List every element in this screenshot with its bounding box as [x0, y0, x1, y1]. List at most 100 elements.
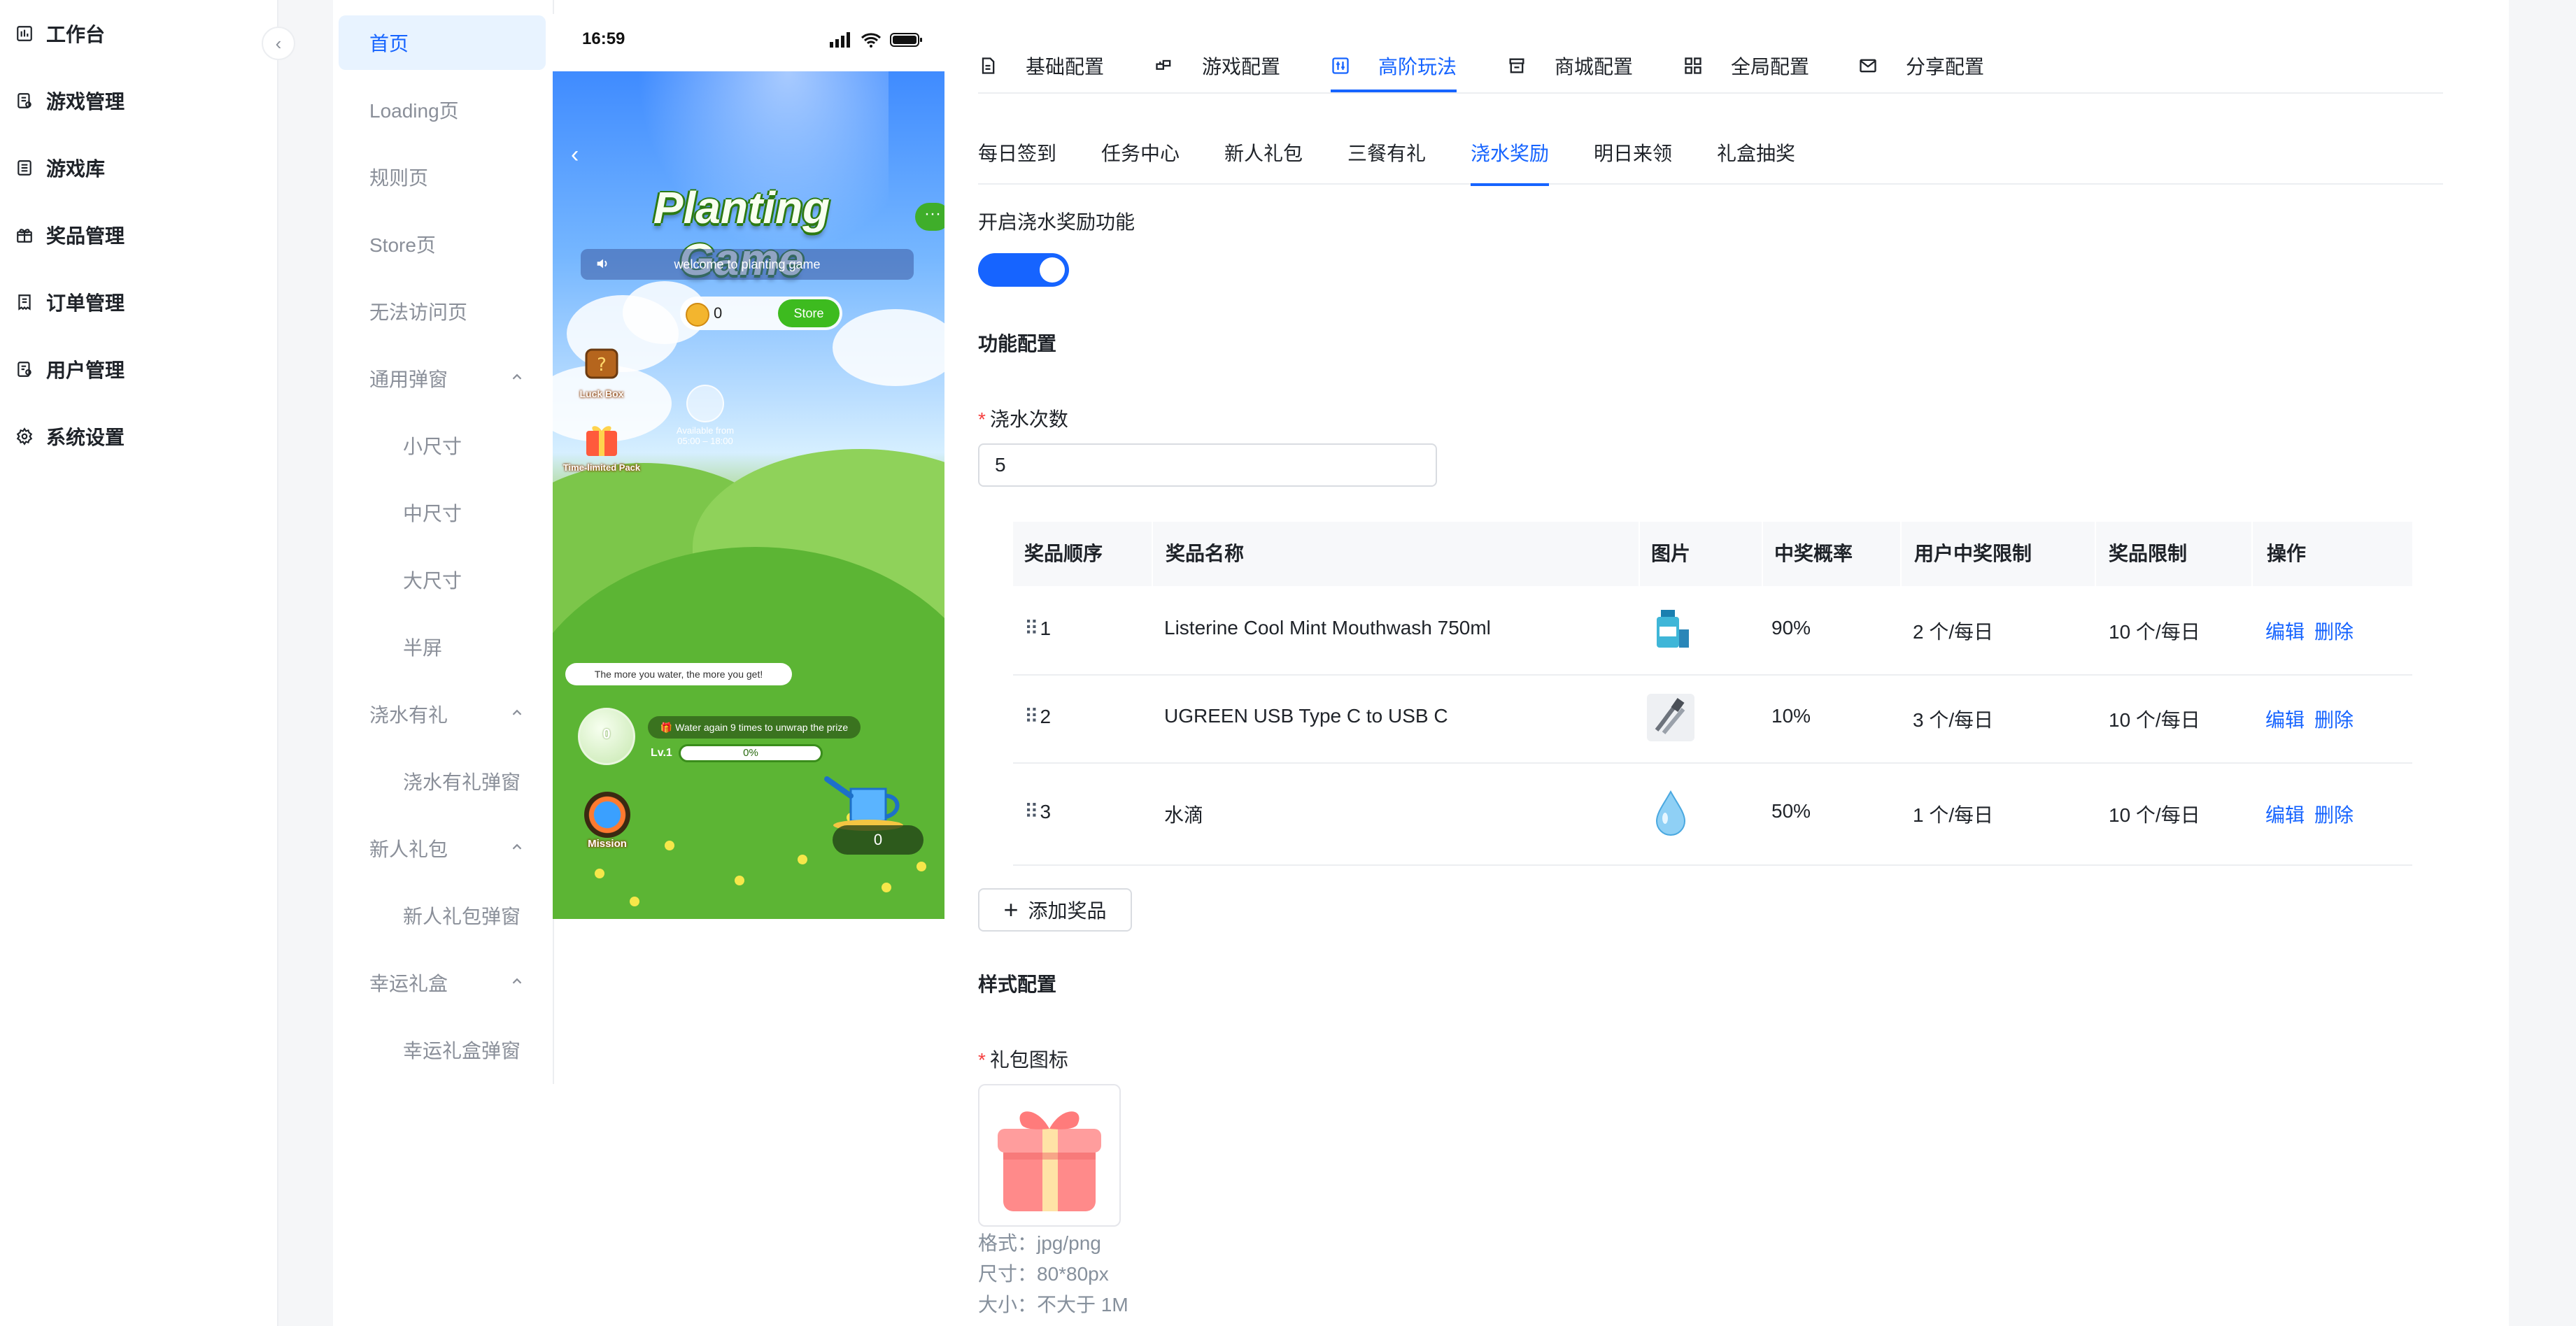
water-times-input[interactable]: 5 — [978, 443, 1437, 487]
page-item-small[interactable]: 小尺寸 — [339, 418, 546, 473]
sidebar-item-orders[interactable]: 订单管理 — [15, 281, 125, 323]
delete-link[interactable]: 删除 — [2314, 617, 2354, 645]
tab-basic-config[interactable]: 基础配置 — [978, 49, 1104, 83]
page-item-half-screen[interactable]: 半屏 — [339, 620, 546, 674]
library-icon — [15, 159, 34, 177]
time-limited-pack-button[interactable]: Time-limited Pack — [562, 420, 641, 473]
page-item-no-access[interactable]: 无法访问页 — [339, 284, 546, 338]
tab-meal-gifts[interactable]: 三餐有礼 — [1347, 138, 1426, 166]
tab-daily-checkin[interactable]: 每日签到 — [978, 138, 1056, 166]
drag-handle-icon[interactable]: ⠿ — [1024, 706, 1038, 727]
sidebar-item-label: 订单管理 — [46, 292, 125, 314]
tab-label: 基础配置 — [1026, 56, 1105, 78]
watering-can-icon[interactable] — [823, 761, 914, 831]
sidebar-collapse-button[interactable]: ‹ — [262, 27, 295, 60]
tab-watering-reward[interactable]: 浇水奖励 — [1471, 138, 1550, 186]
chevron-left-icon: ‹ — [275, 32, 282, 54]
delete-link[interactable]: 删除 — [2314, 705, 2354, 733]
sidebar-item-prizes[interactable]: 奖品管理 — [15, 214, 125, 256]
page-item-label: 半屏 — [403, 637, 443, 659]
enable-watering-toggle[interactable] — [978, 253, 1069, 287]
edit-link[interactable]: 编辑 — [2265, 800, 2305, 828]
tab-advanced-play[interactable]: 高阶玩法 — [1331, 49, 1457, 92]
page-item-large[interactable]: 大尺寸 — [339, 552, 546, 607]
chevron-up-icon — [512, 709, 522, 715]
sidebar-item-label: 系统设置 — [46, 427, 125, 448]
main-sidebar: 工作台 游戏管理 游戏库 奖品管理 订单管理 用户管理 系统设置 — [0, 0, 278, 1326]
edit-link[interactable]: 编辑 — [2265, 617, 2305, 645]
luck-box-button[interactable]: ? Luck Box — [572, 340, 631, 399]
tab-claim-tomorrow[interactable]: 明日来领 — [1594, 138, 1672, 166]
tab-shop-config[interactable]: 商城配置 — [1507, 49, 1633, 83]
back-arrow-icon[interactable]: ‹ — [571, 141, 579, 169]
column-header-image: 图片 — [1651, 543, 1691, 564]
page-item-label: 新人礼包弹窗 — [403, 906, 521, 927]
sidebar-item-game-manage[interactable]: 游戏管理 — [15, 80, 125, 122]
more-menu-button[interactable]: ··· — [915, 203, 944, 231]
add-prize-button[interactable]: + 添加奖品 — [978, 888, 1132, 932]
page-item-label: 规则页 — [369, 167, 429, 189]
page-item-lucky-box-popup[interactable]: 幸运礼盒弹窗 — [339, 1022, 546, 1077]
tab-task-center[interactable]: 任务中心 — [1101, 138, 1180, 166]
prize-limit: 10 个/每日 — [2109, 804, 2200, 826]
page-item-store[interactable]: Store页 — [339, 217, 546, 271]
page-item-label: 通用弹窗 — [369, 369, 448, 390]
prize-user-limit: 3 个/每日 — [1913, 709, 1994, 731]
edit-link[interactable]: 编辑 — [2265, 705, 2305, 733]
page-group-common-popup[interactable]: 通用弹窗 — [339, 351, 546, 406]
user-icon — [15, 360, 34, 378]
welcome-text: welcome to planting game — [674, 257, 821, 271]
welcome-banner: welcome to planting game — [581, 249, 914, 280]
page-item-home[interactable]: 首页 — [339, 15, 546, 70]
style-config-heading: 样式配置 — [978, 974, 1057, 995]
sidebar-item-dashboard[interactable]: 工作台 — [15, 13, 105, 55]
drag-handle-icon[interactable]: ⠿ — [1024, 618, 1038, 639]
coin-icon — [686, 303, 709, 327]
gift-icon-upload[interactable] — [978, 1084, 1121, 1227]
usb-cable-image — [1647, 694, 1694, 741]
sidebar-item-label: 用户管理 — [46, 359, 125, 381]
prize-name: UGREEN USB Type C to USB C — [1164, 705, 1448, 727]
gift-icon — [15, 226, 34, 244]
gift-box-image — [998, 1111, 1101, 1211]
tab-share-config[interactable]: 分享配置 — [1858, 49, 1984, 83]
sidebar-item-settings[interactable]: 系统设置 — [15, 415, 125, 457]
water-times-text: 浇水次数 — [989, 408, 1068, 430]
page-group-watering[interactable]: 浇水有礼 — [339, 687, 546, 741]
time-limited-pack-label: Time-limited Pack — [562, 462, 641, 473]
prize-probability: 10% — [1771, 705, 1811, 727]
page-item-rules[interactable]: 规则页 — [339, 150, 546, 204]
page-item-label: 大尺寸 — [403, 570, 462, 592]
page-item-loading[interactable]: Loading页 — [339, 83, 546, 137]
sidebar-item-game-library[interactable]: 游戏库 — [15, 147, 105, 189]
page-item-medium[interactable]: 中尺寸 — [339, 485, 546, 540]
column-header-user-limit: 用户中奖限制 — [1914, 543, 2032, 564]
advanced-icon — [1331, 56, 1350, 76]
page-item-newbie-popup[interactable]: 新人礼包弹窗 — [339, 888, 546, 943]
tab-game-config[interactable]: 游戏配置 — [1154, 49, 1280, 83]
gift-icon-text: 礼包图标 — [989, 1049, 1068, 1071]
tab-label: 高阶玩法 — [1378, 56, 1457, 78]
sidebar-item-users[interactable]: 用户管理 — [15, 348, 125, 390]
tab-gift-box-draw[interactable]: 礼盒抽奖 — [1717, 138, 1795, 166]
water-drop-icon — [686, 385, 724, 422]
water-bottle[interactable]: 0 — [578, 708, 635, 765]
page-item-label: 幸运礼盒弹窗 — [403, 1040, 521, 1062]
mission-button[interactable]: Mission — [581, 792, 634, 850]
water-drop-availability: Available from 05:00 – 18:00 — [670, 385, 740, 446]
tab-label: 分享配置 — [1906, 56, 1985, 78]
page-item-watering-popup[interactable]: 浇水有礼弹窗 — [339, 754, 546, 808]
game-manage-icon — [15, 92, 34, 110]
page-item-label: 小尺寸 — [403, 436, 462, 457]
page-group-newbie-pack[interactable]: 新人礼包 — [339, 821, 546, 876]
tab-global-config[interactable]: 全局配置 — [1683, 49, 1809, 83]
order-icon — [15, 293, 34, 311]
tab-newbie-pack[interactable]: 新人礼包 — [1224, 138, 1303, 166]
drag-handle-icon[interactable]: ⠿ — [1024, 801, 1038, 822]
page-group-lucky-box[interactable]: 幸运礼盒 — [339, 955, 546, 1010]
prize-user-limit: 2 个/每日 — [1913, 621, 1994, 643]
page-item-label: 中尺寸 — [403, 503, 462, 525]
speaker-icon — [597, 259, 607, 269]
delete-link[interactable]: 删除 — [2314, 800, 2354, 828]
store-button[interactable]: Store — [778, 299, 840, 327]
